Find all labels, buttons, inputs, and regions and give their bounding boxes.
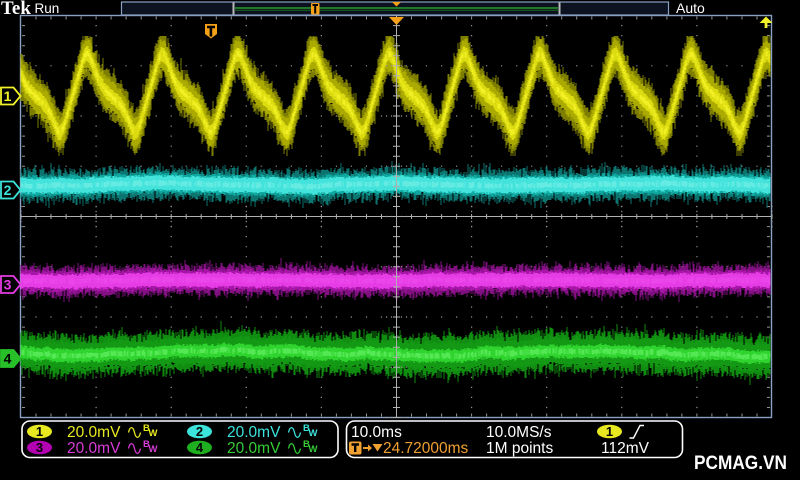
svg-text:Run: Run — [35, 1, 60, 16]
svg-text:4: 4 — [4, 351, 12, 367]
svg-text:1: 1 — [4, 88, 12, 104]
svg-text:W: W — [309, 444, 318, 455]
svg-text:10.0ms: 10.0ms — [351, 424, 402, 441]
svg-text:PCMAG.VN: PCMAG.VN — [694, 452, 787, 474]
svg-text:1: 1 — [36, 424, 43, 439]
svg-text:20.0mV: 20.0mV — [67, 424, 121, 441]
svg-text:3: 3 — [4, 277, 12, 293]
svg-text:20.0mV: 20.0mV — [227, 424, 281, 441]
svg-text:1: 1 — [606, 424, 613, 439]
svg-text:2: 2 — [4, 182, 12, 198]
svg-text:4: 4 — [196, 440, 204, 455]
svg-text:1M points: 1M points — [486, 440, 553, 457]
svg-text:2: 2 — [196, 424, 203, 439]
svg-text:24.72000ms: 24.72000ms — [383, 440, 469, 457]
svg-text:3: 3 — [36, 440, 43, 455]
svg-text:W: W — [309, 428, 318, 439]
svg-text:112mV: 112mV — [601, 440, 650, 457]
svg-text:10.0MS/s: 10.0MS/s — [486, 424, 552, 441]
svg-text:20.0mV: 20.0mV — [227, 440, 281, 457]
svg-text:Tek: Tek — [1, 0, 31, 19]
svg-text:W: W — [149, 444, 158, 455]
svg-text:Auto: Auto — [676, 0, 705, 16]
svg-text:W: W — [149, 428, 158, 439]
svg-text:20.0mV: 20.0mV — [67, 440, 121, 457]
